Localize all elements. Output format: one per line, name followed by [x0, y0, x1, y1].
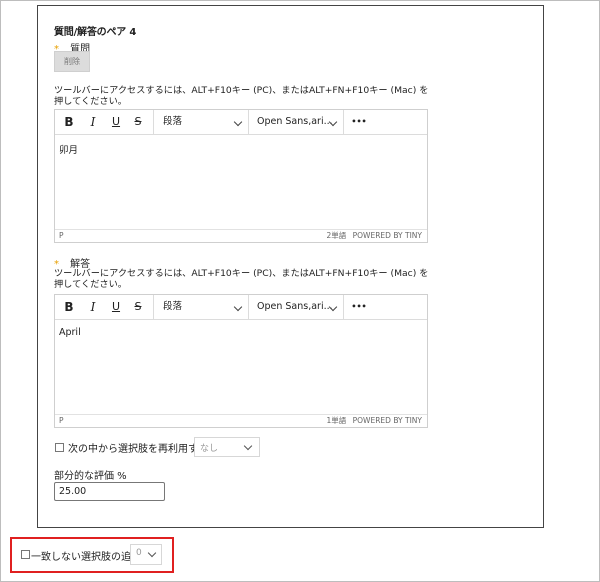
answer-editor-toolbar: B I U S 段落 Open Sans,ari... ••• — [55, 295, 427, 320]
reuse-choices-checkbox[interactable] — [55, 443, 64, 452]
underline-button[interactable]: U — [108, 110, 124, 134]
add-unmatched-select[interactable]: 0 — [130, 544, 162, 565]
question-answer-pair-panel: 質問/解答のペア 4 * 質問 削除 ツールバーにアクセスするには、ALT+F1… — [37, 5, 544, 528]
strikethrough-button[interactable]: S — [130, 295, 146, 319]
question-editor-toolbar: B I U S 段落 Open Sans,ari... ••• — [55, 110, 427, 135]
question-editor-help: ツールバーにアクセスするには、ALT+F10キー (PC)、またはALT+FN+… — [54, 85, 429, 107]
pair-title: 質問/解答のペア 4 — [54, 27, 137, 38]
word-count: 2単語 — [326, 231, 347, 240]
more-options-button[interactable]: ••• — [347, 110, 371, 134]
status-right: 2単語 POWERED BY TINY — [326, 230, 422, 242]
answer-editor-content[interactable]: April — [59, 327, 81, 338]
reuse-choices-select[interactable]: なし — [194, 437, 260, 457]
block-format-value: 段落 — [163, 301, 183, 312]
toolbar-divider — [343, 295, 344, 319]
delete-button[interactable]: 削除 — [54, 51, 90, 72]
bold-button[interactable]: B — [61, 110, 77, 134]
add-unmatched-value: 0 — [136, 548, 142, 558]
powered-by-tiny-link[interactable]: POWERED BY TINY — [353, 231, 422, 240]
more-options-button[interactable]: ••• — [347, 295, 371, 319]
reuse-choices-label: 次の中から選択肢を再利用する — [68, 444, 208, 455]
word-count: 1単語 — [326, 416, 347, 425]
bold-button[interactable]: B — [61, 295, 77, 319]
font-family-value: Open Sans,ari... — [257, 301, 333, 312]
question-editor-content[interactable]: 卯月 — [59, 142, 78, 156]
question-editor-statusbar: P 2単語 POWERED BY TINY — [55, 229, 427, 242]
element-path[interactable]: P — [59, 230, 64, 242]
chevron-down-icon — [243, 441, 253, 451]
toolbar-divider — [343, 110, 344, 134]
font-family-select[interactable]: Open Sans,ari... — [249, 295, 343, 319]
powered-by-tiny-link[interactable]: POWERED BY TINY — [353, 416, 422, 425]
block-format-select[interactable]: 段落 — [154, 110, 248, 134]
answer-editor-statusbar: P 1単語 POWERED BY TINY — [55, 414, 427, 427]
status-right: 1単語 POWERED BY TINY — [326, 415, 422, 427]
font-family-value: Open Sans,ari... — [257, 116, 333, 127]
add-unmatched-checkbox[interactable] — [21, 550, 30, 559]
reuse-choices-value: なし — [200, 444, 219, 454]
chevron-down-icon — [147, 548, 157, 558]
block-format-value: 段落 — [163, 116, 183, 127]
chevron-down-icon — [233, 302, 243, 312]
block-format-select[interactable]: 段落 — [154, 295, 248, 319]
question-editor[interactable]: B I U S 段落 Open Sans,ari... ••• 卯月 P 2単語… — [54, 109, 428, 243]
element-path[interactable]: P — [59, 415, 64, 427]
italic-button[interactable]: I — [85, 110, 101, 134]
add-unmatched-label: 一致しない選択肢の追加 — [31, 552, 141, 563]
font-family-select[interactable]: Open Sans,ari... — [249, 110, 343, 134]
answer-editor[interactable]: B I U S 段落 Open Sans,ari... ••• April P … — [54, 294, 428, 428]
partial-grade-label: 部分的な評価 % — [54, 471, 127, 482]
answer-editor-help: ツールバーにアクセスするには、ALT+F10キー (PC)、またはALT+FN+… — [54, 268, 429, 290]
underline-button[interactable]: U — [108, 295, 124, 319]
italic-button[interactable]: I — [85, 295, 101, 319]
strikethrough-button[interactable]: S — [130, 110, 146, 134]
chevron-down-icon — [233, 117, 243, 127]
partial-grade-input[interactable]: 25.00 — [54, 482, 165, 501]
